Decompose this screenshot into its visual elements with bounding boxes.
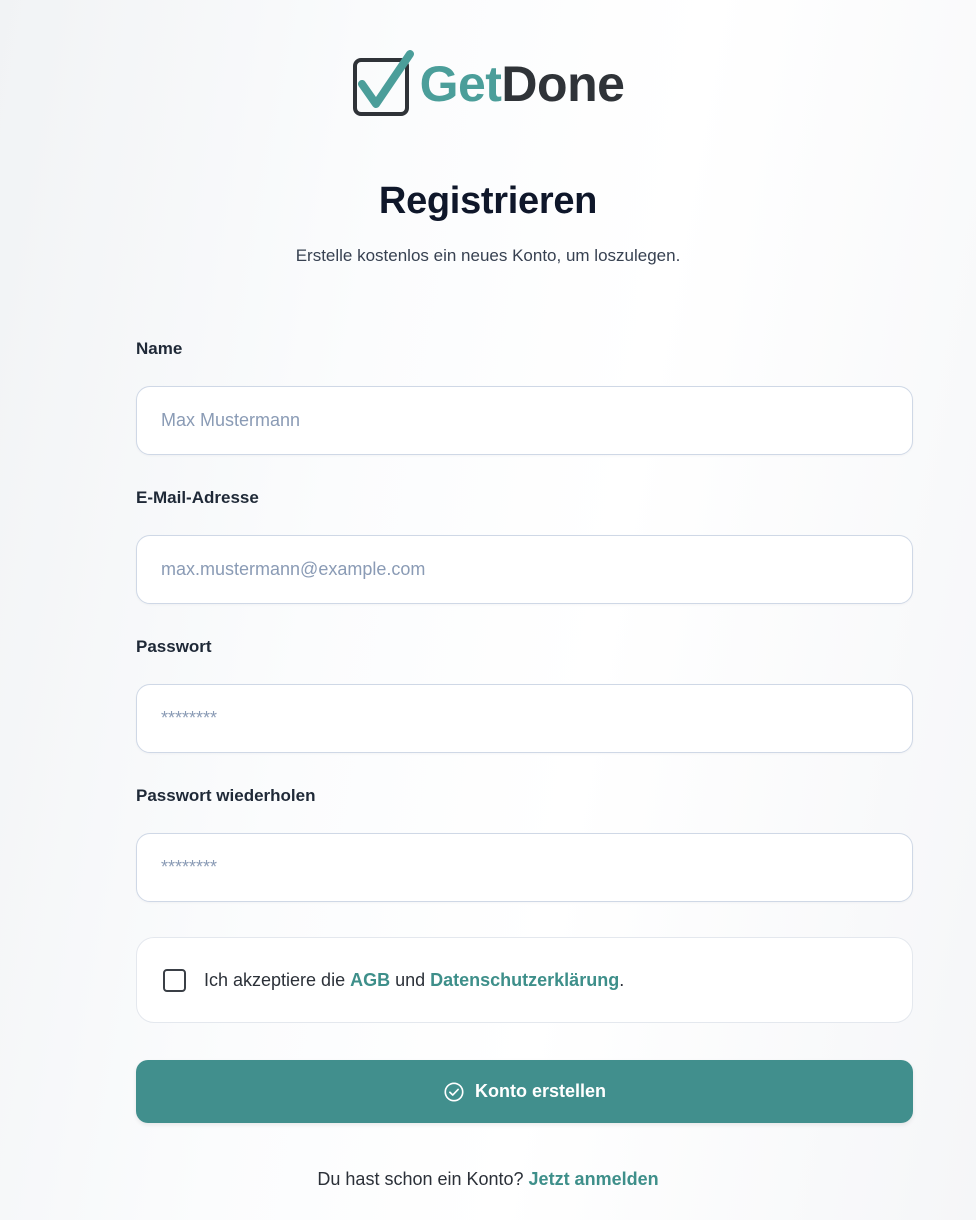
email-input[interactable] (136, 535, 913, 604)
password-repeat-input[interactable] (136, 833, 913, 902)
logo-inner: GetDone (352, 50, 625, 118)
register-page: GetDone Registrieren Erstelle kostenlos … (0, 0, 976, 1220)
logo-text-get: Get (419, 56, 502, 112)
logo-text: GetDone (420, 59, 625, 109)
email-label: E-Mail-Adresse (136, 488, 259, 507)
logo: GetDone (0, 50, 976, 118)
create-account-label: Konto erstellen (474, 1081, 607, 1101)
check-circle-icon (444, 1081, 464, 1102)
terms-text-middle: und (390, 969, 431, 990)
terms-checkbox[interactable] (163, 968, 186, 992)
name-field-group: Name (136, 338, 913, 487)
page-title: Registrieren (378, 180, 598, 222)
password-field-group: Passwort (136, 636, 913, 785)
logo-text-done: Done (501, 56, 625, 112)
password-input[interactable] (136, 684, 913, 753)
terms-text-after: . (619, 969, 625, 990)
privacy-link[interactable]: Datenschutzerklärung (430, 970, 619, 990)
login-prompt-text: Du hast schon ein Konto? (317, 1169, 529, 1189)
terms-text-before: Ich akzeptiere die (204, 969, 351, 990)
password-label: Passwort (136, 637, 212, 656)
email-field-group: E-Mail-Adresse (136, 487, 913, 636)
create-account-button[interactable]: Konto erstellen (136, 1060, 913, 1123)
password-repeat-field-group: Passwort wiederholen (136, 785, 913, 934)
terms-text: Ich akzeptiere die AGB und Datenschutzer… (204, 970, 624, 991)
register-form: Name E-Mail-Adresse Passwort Passwort wi… (136, 338, 913, 934)
agb-link[interactable]: AGB (350, 970, 390, 990)
login-link[interactable]: Jetzt anmelden (529, 1169, 659, 1189)
name-label: Name (136, 339, 183, 358)
page-subtitle: Erstelle kostenlos ein neues Konto, um l… (295, 246, 681, 265)
name-input[interactable] (136, 386, 913, 455)
login-prompt: Du hast schon ein Konto? Jetzt anmelden (0, 1169, 976, 1190)
terms-box: Ich akzeptiere die AGB und Datenschutzer… (136, 937, 913, 1023)
password-repeat-label: Passwort wiederholen (136, 786, 316, 805)
checkbox-check-icon (352, 50, 414, 116)
